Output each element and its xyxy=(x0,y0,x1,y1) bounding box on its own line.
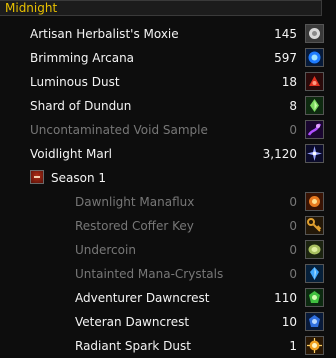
key-icon xyxy=(305,216,324,235)
currency-row[interactable]: Brimming Arcana 597 xyxy=(0,46,336,70)
currency-count: 0 xyxy=(289,219,297,233)
currency-name: Undercoin xyxy=(75,243,136,257)
category-title: Midnight xyxy=(5,1,58,15)
moxie-icon xyxy=(305,24,324,43)
currency-name: Brimming Arcana xyxy=(30,51,135,65)
currency-row[interactable]: Undercoin 0 xyxy=(0,238,336,262)
arcana-orb-icon xyxy=(305,48,324,67)
dust-icon xyxy=(305,72,324,91)
coin-icon xyxy=(305,240,324,259)
currency-count: 10 xyxy=(281,315,297,329)
currency-count: 597 xyxy=(274,51,297,65)
currency-row[interactable]: Artisan Herbalist's Moxie 145 xyxy=(0,22,336,46)
currency-name: Adventurer Dawncrest xyxy=(75,291,210,305)
blue-crest-icon xyxy=(305,312,324,331)
currency-name: Luminous Dust xyxy=(30,75,120,89)
currency-name: Untainted Mana-Crystals xyxy=(75,267,224,281)
currency-name: Uncontaminated Void Sample xyxy=(30,123,208,137)
currency-panel: Midnight Artisan Herbalist's Moxie 145 B… xyxy=(0,0,336,355)
spark-icon xyxy=(305,336,324,355)
manaflux-icon xyxy=(305,192,324,211)
currency-count: 1 xyxy=(289,339,297,353)
currency-name: Veteran Dawncrest xyxy=(75,315,190,329)
void-sample-icon xyxy=(305,120,324,139)
currency-name: Voidlight Marl xyxy=(30,147,112,161)
currency-row[interactable]: Restored Coffer Key 0 xyxy=(0,214,336,238)
currency-row[interactable]: Uncontaminated Void Sample 0 xyxy=(0,118,336,142)
group-label: Season 1 xyxy=(51,171,107,185)
currency-name: Radiant Spark Dust xyxy=(75,339,191,353)
currency-name: Artisan Herbalist's Moxie xyxy=(30,27,179,41)
currency-row[interactable]: Radiant Spark Dust 1 xyxy=(0,334,336,358)
currency-count: 0 xyxy=(289,267,297,281)
currency-row[interactable]: Veteran Dawncrest 10 xyxy=(0,310,336,334)
currency-count: 0 xyxy=(289,123,297,137)
collapse-icon[interactable] xyxy=(30,170,44,184)
currency-count: 145 xyxy=(274,27,297,41)
currency-row[interactable]: Untainted Mana-Crystals 0 xyxy=(0,262,336,286)
currency-name: Dawnlight Manaflux xyxy=(75,195,195,209)
currency-row[interactable]: Dawnlight Manaflux 0 xyxy=(0,190,336,214)
currency-count: 3,120 xyxy=(262,147,297,161)
currency-row[interactable]: Shard of Dundun 8 xyxy=(0,94,336,118)
currency-count: 110 xyxy=(274,291,297,305)
currency-count: 18 xyxy=(281,75,297,89)
currency-row[interactable]: Luminous Dust 18 xyxy=(0,70,336,94)
season-group-header[interactable]: Season 1 xyxy=(0,166,336,190)
currency-count: 0 xyxy=(289,195,297,209)
green-shard-icon xyxy=(305,96,324,115)
currency-name: Shard of Dundun xyxy=(30,99,132,113)
currency-count: 8 xyxy=(289,99,297,113)
currency-row[interactable]: Adventurer Dawncrest 110 xyxy=(0,286,336,310)
category-header[interactable]: Midnight xyxy=(0,0,322,16)
green-crest-icon xyxy=(305,288,324,307)
mana-crystal-icon xyxy=(305,264,324,283)
currency-count: 0 xyxy=(289,243,297,257)
currency-name: Restored Coffer Key xyxy=(75,219,194,233)
crystal-star-icon xyxy=(305,144,324,163)
currency-row[interactable]: Voidlight Marl 3,120 xyxy=(0,142,336,166)
